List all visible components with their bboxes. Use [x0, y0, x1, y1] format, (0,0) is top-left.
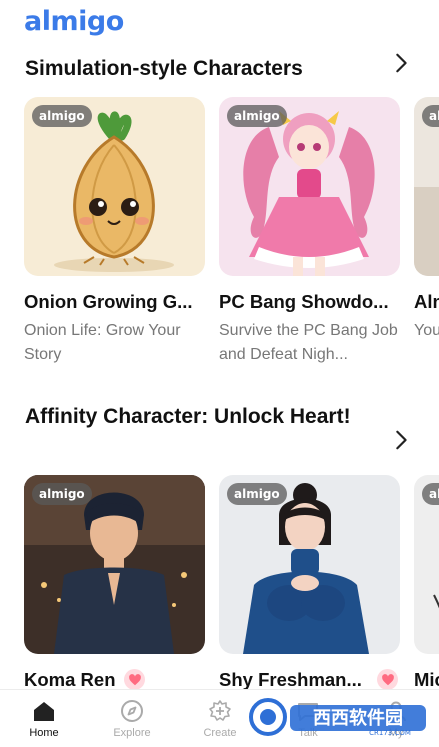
card-title: Koma Ren — [24, 669, 116, 689]
almigo-badge: almigo — [422, 483, 439, 505]
almigo-badge: almigo — [227, 105, 287, 127]
section-title-simulation: Simulation-style Characters — [25, 57, 303, 80]
almigo-badge: almigo — [422, 105, 439, 127]
home-icon — [32, 699, 56, 723]
card-title: Shy Freshman... — [219, 669, 362, 689]
section-title-affinity: Affinity Character: Unlock Heart! — [25, 405, 351, 428]
tab-home[interactable]: Home — [0, 690, 88, 747]
character-image-pc-bang[interactable]: almigo — [219, 97, 400, 276]
watermark-sub: CR173.COM — [369, 729, 411, 737]
compass-icon — [120, 699, 144, 723]
card-title: PC Bang Showdo... — [219, 291, 389, 312]
almigo-badge: almigo — [32, 483, 92, 505]
card-title: Mic — [414, 669, 439, 689]
character-image-partial[interactable]: almigo — [414, 97, 439, 276]
top-bar: almigo — [0, 0, 439, 44]
card-description: Onion Life: Grow Your Story — [24, 322, 181, 363]
card-title: Onion Growing G... — [24, 291, 193, 312]
character-image-partial[interactable]: almigo — [414, 475, 439, 654]
card-row-affinity: almigo Koma Ren almigo Shy Freshman... a… — [0, 475, 439, 689]
app-logo: almigo — [24, 6, 124, 37]
tab-label: Home — [29, 727, 59, 739]
tab-label: Explore — [113, 727, 151, 739]
heart-icon — [124, 669, 145, 689]
character-image-shy-freshman[interactable]: almigo — [219, 475, 400, 654]
character-image-koma-ren[interactable]: almigo — [24, 475, 205, 654]
watermark-text: 西西软件园 — [313, 707, 403, 729]
heart-icon — [377, 669, 398, 689]
card-title: Alm — [414, 291, 439, 312]
almigo-badge: almigo — [32, 105, 92, 127]
character-image-onion[interactable]: almigo — [24, 97, 205, 276]
card-row-simulation: almigo Onion Growing G... Onion Life: Gr… — [0, 97, 439, 377]
tab-explore[interactable]: Explore — [88, 690, 176, 747]
card-description: Survive the PC Bang Job and Defeat Nigh.… — [219, 322, 398, 363]
create-icon — [208, 699, 232, 723]
almigo-badge: almigo — [227, 483, 287, 505]
chevron-right-icon[interactable] — [390, 52, 412, 74]
chevron-right-icon[interactable] — [390, 429, 412, 451]
watermark-logo: 西西软件园 CR173.COM — [240, 697, 430, 737]
card-description: You frie — [414, 322, 439, 339]
